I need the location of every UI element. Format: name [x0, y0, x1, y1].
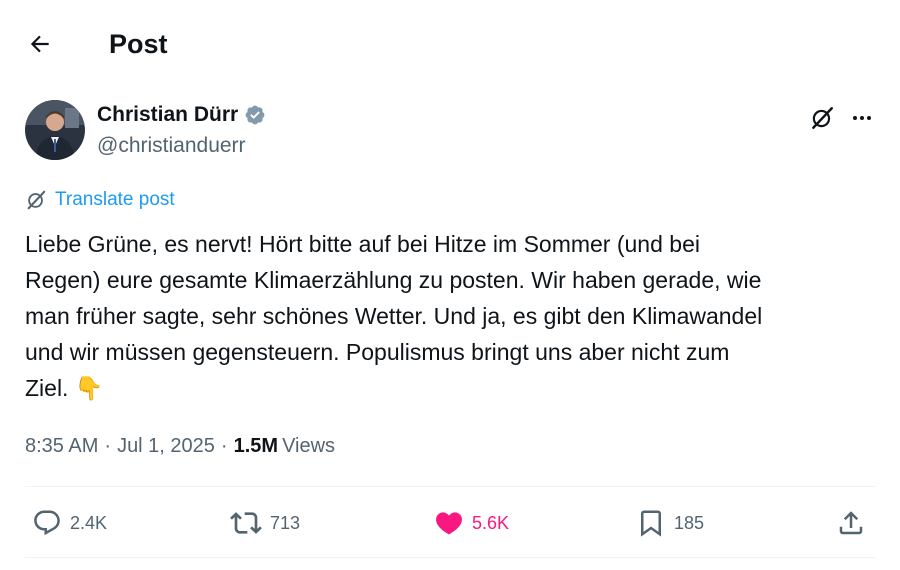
- reply-button[interactable]: 2.4K: [32, 505, 107, 541]
- translate-icon: [25, 189, 47, 211]
- author-name[interactable]: Christian Dürr: [97, 102, 238, 128]
- like-count: 5.6K: [472, 512, 510, 533]
- bookmark-count: 185: [674, 512, 705, 533]
- views-count: 1.5M: [233, 435, 279, 457]
- bookmark-button[interactable]: 185: [636, 505, 704, 541]
- back-button[interactable]: [20, 24, 60, 64]
- post-date[interactable]: Jul 1, 2025: [117, 432, 215, 460]
- repost-icon: [230, 507, 262, 539]
- arrow-left-icon: [27, 31, 53, 57]
- repost-count: 713: [270, 512, 301, 533]
- author-handle[interactable]: @christianduerr: [97, 133, 246, 159]
- author-name-row: Christian Dürr: [97, 102, 266, 128]
- page-title: Post: [109, 29, 168, 59]
- meta-separator: ·: [104, 435, 112, 457]
- repost-button[interactable]: 713: [230, 505, 300, 541]
- post-meta: 8:35 AM · Jul 1, 2025 · 1.5M Views: [25, 432, 335, 460]
- views-label: Views: [282, 435, 336, 457]
- meta-separator: ·: [220, 435, 228, 457]
- avatar[interactable]: [25, 100, 85, 160]
- post-text: Liebe Grüne, es nervt! Hört bitte auf be…: [25, 231, 763, 401]
- grok-icon: [809, 105, 835, 131]
- divider: [25, 486, 875, 487]
- divider: [25, 557, 875, 558]
- like-button[interactable]: 5.6K: [434, 505, 509, 541]
- share-button[interactable]: [836, 505, 866, 541]
- reply-count: 2.4K: [70, 512, 108, 533]
- more-options-button[interactable]: [844, 100, 880, 136]
- translate-label: Translate post: [55, 189, 175, 210]
- more-horizontal-icon: [850, 106, 874, 130]
- bookmark-icon: [636, 508, 666, 538]
- translate-post-link[interactable]: Translate post: [25, 188, 175, 212]
- grok-button[interactable]: [804, 100, 840, 136]
- heart-icon: [434, 508, 464, 538]
- verified-badge-icon[interactable]: [244, 104, 266, 126]
- reply-icon: [32, 508, 62, 538]
- share-icon: [836, 508, 866, 538]
- post-time[interactable]: 8:35 AM: [25, 432, 98, 460]
